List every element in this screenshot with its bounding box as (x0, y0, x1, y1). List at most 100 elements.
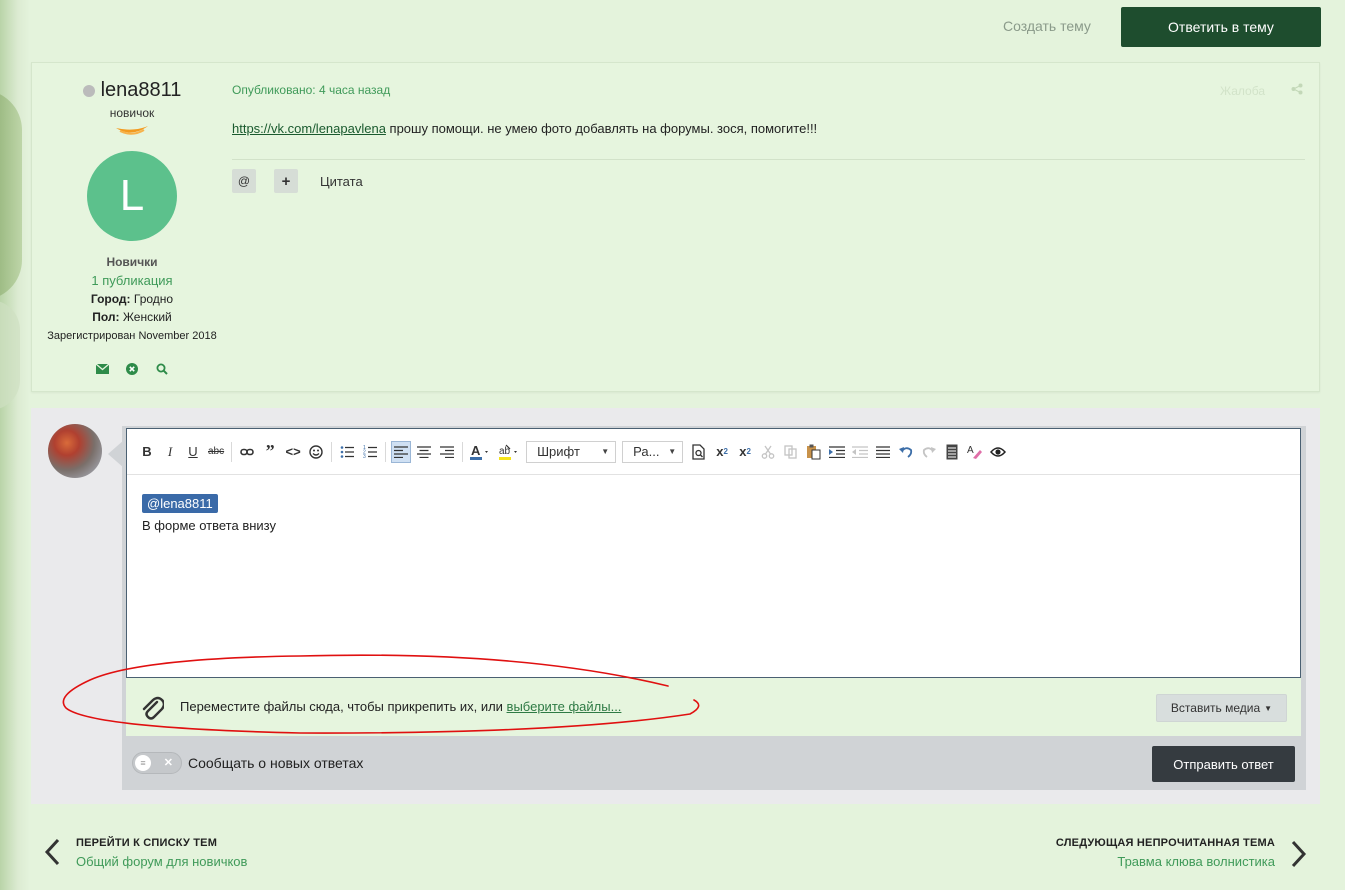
toolbar-separator (231, 441, 233, 462)
numbered-list-icon[interactable]: 123 (360, 441, 380, 463)
background-leaf (0, 300, 20, 410)
share-icon[interactable] (1291, 83, 1303, 98)
post-text: https://vk.com/lenapavlena прошу помощи.… (232, 121, 817, 136)
font-size-value: Ра... (633, 444, 660, 459)
mention-button[interactable]: @ (232, 169, 256, 193)
preview-doc-icon[interactable] (689, 441, 709, 463)
emoji-icon[interactable] (306, 441, 326, 463)
rank-wing-icon (116, 126, 148, 135)
author-name[interactable]: lena8811 (101, 79, 182, 102)
insert-media-label: Вставить медиа (1170, 701, 1261, 715)
mention-tag[interactable]: @lena8811 (142, 494, 218, 513)
search-icon[interactable] (155, 362, 169, 376)
choose-files-link[interactable]: выберите файлы... (507, 699, 622, 714)
svg-text:A: A (471, 444, 481, 458)
toolbar-separator (462, 441, 464, 462)
author-city: Город: Гродно (32, 292, 232, 306)
font-select[interactable]: Шрифт ▼ (526, 440, 617, 463)
underline-button[interactable]: U (183, 441, 203, 463)
author-avatar[interactable]: L (87, 151, 177, 241)
text-color-icon[interactable]: A (468, 441, 494, 463)
reply-form: B I U abc ” <> 123 A ab Шрифт ▼ Ра... ▼ … (31, 408, 1320, 804)
source-document-icon[interactable] (942, 441, 962, 463)
author-gender: Пол: Женский (32, 310, 232, 324)
rich-text-editor[interactable]: B I U abc ” <> 123 A ab Шрифт ▼ Ра... ▼ … (126, 428, 1301, 678)
paste-icon[interactable] (804, 441, 824, 463)
author-registered: Зарегистрирован November 2018 (47, 330, 217, 342)
undo-icon[interactable] (896, 441, 916, 463)
subscript-icon[interactable]: x2 (712, 441, 732, 463)
strikethrough-button[interactable]: abc (206, 441, 226, 463)
author-group: Новички (106, 255, 158, 269)
author-name-row: lena8811 (32, 79, 232, 102)
post-published-date[interactable]: Опубликовано: 4 часа назад (232, 83, 390, 97)
align-right-icon[interactable] (437, 441, 457, 463)
superscript-icon[interactable]: x2 (735, 441, 755, 463)
editor-body-text: В форме ответа внизу (142, 518, 276, 533)
post-author-panel: lena8811 новичок L Новички 1 публикация … (32, 63, 232, 376)
chevron-right-icon (1291, 840, 1307, 871)
attachment-dropzone[interactable]: Переместите файлы сюда, чтобы прикрепить… (126, 678, 1301, 736)
toggle-knob: ≡ (135, 755, 151, 771)
link-icon[interactable] (237, 441, 257, 463)
chevron-left-icon (44, 838, 60, 871)
offline-status-icon (82, 84, 95, 97)
dropdown-arrow-icon: ▼ (1264, 703, 1273, 713)
envelope-icon[interactable] (95, 362, 109, 376)
prev-nav-label: ПЕРЕЙТИ К СПИСКУ ТЕМ (76, 837, 218, 849)
ignore-icon[interactable] (125, 362, 139, 376)
toolbar-separator (331, 441, 333, 462)
bullet-list-icon[interactable] (337, 441, 357, 463)
post-actions: @ + Цитата (232, 169, 363, 193)
city-value: Гродно (133, 292, 174, 306)
toolbar-separator (385, 441, 387, 462)
submit-reply-button[interactable]: Отправить ответ (1152, 746, 1295, 782)
justify-icon[interactable] (873, 441, 893, 463)
attachment-instructions: Переместите файлы сюда, чтобы прикрепить… (180, 699, 621, 714)
highlight-color-icon[interactable]: ab (497, 441, 523, 463)
copy-icon[interactable] (781, 441, 801, 463)
city-label: Город: (90, 292, 131, 306)
remove-format-icon[interactable]: A (965, 441, 985, 463)
attachment-text: Переместите файлы сюда, чтобы прикрепить… (180, 699, 507, 714)
preview-eye-icon[interactable] (988, 441, 1008, 463)
user-avatar[interactable] (48, 424, 102, 478)
align-center-icon[interactable] (414, 441, 434, 463)
italic-button[interactable]: I (160, 441, 180, 463)
reply-to-topic-button[interactable]: Ответить в тему (1121, 7, 1321, 47)
cut-icon[interactable] (758, 441, 778, 463)
next-nav-label: СЛЕДУЮЩАЯ НЕПРОЧИТАННАЯ ТЕМА (1055, 837, 1275, 849)
author-rank-title: новичок (109, 106, 155, 120)
redo-icon[interactable] (919, 441, 939, 463)
notify-label: Сообщать о новых ответах (188, 755, 364, 771)
avatar-letter: L (119, 171, 145, 220)
post-text-body: прошу помощи. не умею фото добавлять на … (385, 121, 818, 136)
bold-button[interactable]: B (137, 441, 157, 463)
editor-container: B I U abc ” <> 123 A ab Шрифт ▼ Ра... ▼ … (122, 426, 1306, 790)
code-icon[interactable]: <> (283, 441, 303, 463)
create-topic-link[interactable]: Создать тему (1003, 18, 1091, 34)
quote-icon[interactable]: ” (260, 441, 280, 463)
font-select-value: Шрифт (537, 444, 580, 459)
multiquote-button[interactable]: + (274, 169, 298, 193)
background-decoration (0, 0, 30, 890)
insert-media-button[interactable]: Вставить медиа ▼ (1156, 694, 1287, 722)
notify-toggle[interactable]: ≡ ✕ (132, 752, 182, 774)
next-nav-link[interactable]: Травма клюва волнистика (1056, 854, 1275, 869)
author-actions (32, 362, 232, 376)
font-size-select[interactable]: Ра... ▼ (622, 440, 684, 463)
paperclip-icon (142, 696, 164, 720)
toggle-off-icon: ✕ (163, 757, 173, 769)
svg-text:3: 3 (363, 454, 366, 459)
post-link[interactable]: https://vk.com/lenapavlena (232, 121, 386, 136)
report-link[interactable]: Жалоба (1220, 84, 1265, 98)
prev-nav-link[interactable]: Общий форум для новичков (76, 854, 247, 869)
svg-text:A: A (967, 445, 974, 456)
indent-icon[interactable] (827, 441, 847, 463)
gender-value: Женский (122, 310, 172, 324)
quote-button[interactable]: Цитата (320, 174, 363, 189)
outdent-icon[interactable] (850, 441, 870, 463)
align-left-icon[interactable] (391, 440, 412, 463)
author-post-count[interactable]: 1 публикация (32, 273, 232, 288)
editor-toolbar: B I U abc ” <> 123 A ab Шрифт ▼ Ра... ▼ … (127, 429, 1300, 475)
